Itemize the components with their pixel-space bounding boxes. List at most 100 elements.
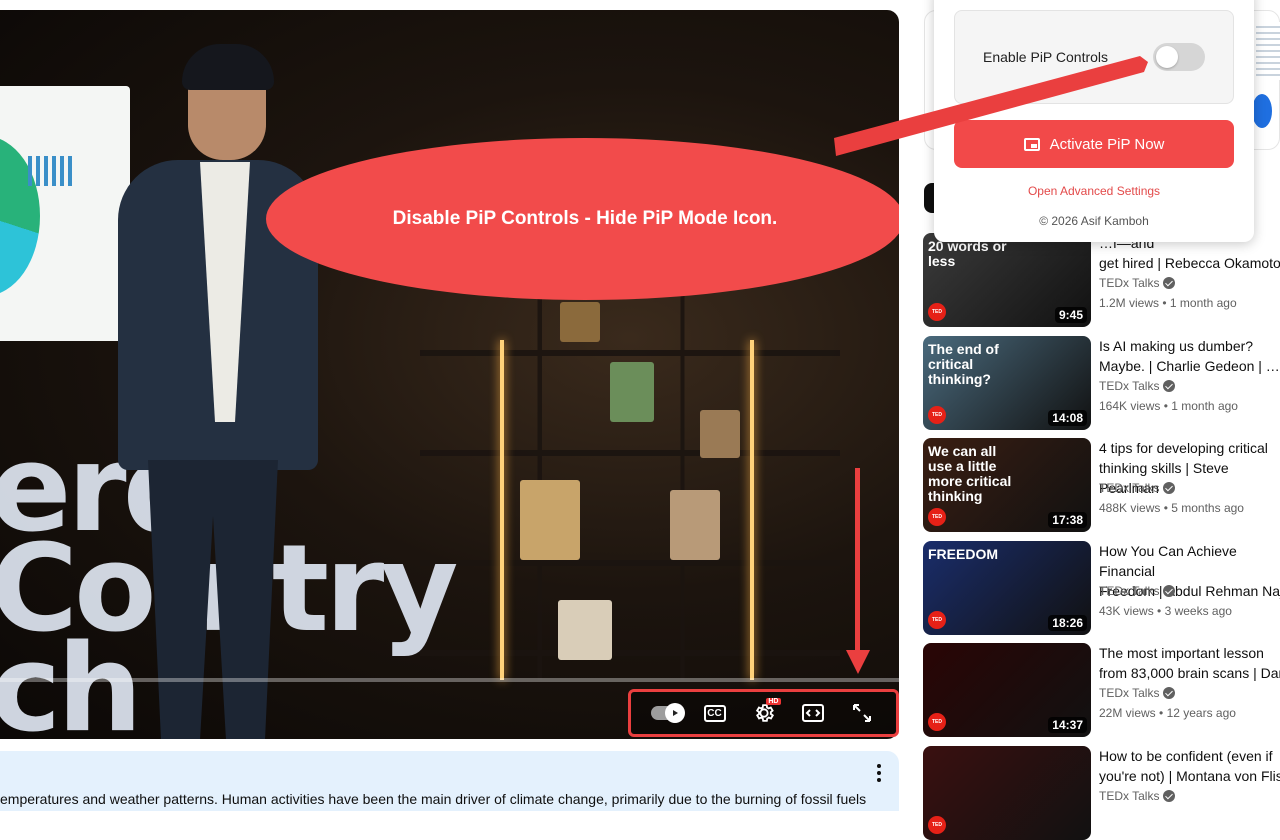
background-thumbnail bbox=[1256, 22, 1280, 80]
video-meta: 1.2M views • 1 month ago bbox=[1099, 296, 1237, 310]
channel-label: TEDx Talks bbox=[1099, 379, 1160, 393]
description-panel[interactable]: emperatures and weather patterns. Human … bbox=[0, 751, 899, 811]
theater-mode-icon bbox=[801, 704, 824, 722]
tedx-logo-icon: TED bbox=[928, 816, 946, 834]
tedx-logo-icon: TED bbox=[928, 611, 946, 629]
channel-name[interactable]: TEDx Talks bbox=[1099, 686, 1176, 700]
pip-icon bbox=[1023, 137, 1040, 151]
toggle-label: Enable PiP Controls bbox=[983, 49, 1109, 65]
duration-badge: 9:45 bbox=[1054, 307, 1087, 323]
background-blue-button[interactable] bbox=[1252, 94, 1272, 128]
thumbnail-text: 20 words or less bbox=[928, 238, 1007, 269]
view-count: 22M views bbox=[1099, 706, 1156, 720]
annotation-arrow-head bbox=[846, 650, 870, 674]
view-count: 488K views bbox=[1099, 501, 1161, 515]
duration-badge: 18:26 bbox=[1048, 615, 1087, 631]
tedx-logo-icon: TED bbox=[928, 508, 946, 526]
theater-mode-button[interactable] bbox=[796, 698, 830, 728]
fullscreen-icon bbox=[852, 704, 871, 722]
pip-extension-popup: Enable PiP Controls Activate PiP Now Ope… bbox=[934, 0, 1254, 242]
bar-graphic bbox=[28, 156, 72, 186]
recommendation-item[interactable]: 20 words or less TED 9:45 …f—and get hir… bbox=[923, 233, 1280, 327]
view-count: 164K views bbox=[1099, 399, 1161, 413]
annotation-callout: Disable PiP Controls - Hide PiP Mode Ico… bbox=[266, 138, 899, 300]
speaker bbox=[118, 44, 318, 739]
toggle-knob bbox=[1156, 46, 1178, 68]
video-thumbnail[interactable]: 20 words or less TED 9:45 bbox=[923, 233, 1091, 327]
video-thumbnail[interactable]: The end of critical thinking? TED 14:08 bbox=[923, 336, 1091, 430]
video-meta: 164K views • 1 month ago bbox=[1099, 399, 1238, 413]
channel-name[interactable]: TEDx Talks bbox=[1099, 379, 1176, 393]
channel-label: TEDx Talks bbox=[1099, 276, 1160, 290]
recommendation-item[interactable]: TED How to be confident (even if you're … bbox=[923, 746, 1280, 840]
bookshelf bbox=[420, 280, 840, 680]
captions-icon: CC bbox=[703, 704, 726, 722]
activate-pip-label: Activate PiP Now bbox=[1049, 135, 1165, 153]
dot-icon bbox=[877, 771, 881, 775]
video-title[interactable]: Is AI making us dumber? Maybe. | Charlie… bbox=[1099, 336, 1280, 376]
verified-icon bbox=[1163, 585, 1176, 597]
channel-label: TEDx Talks bbox=[1099, 789, 1160, 803]
channel-name[interactable]: TEDx Talks bbox=[1099, 584, 1176, 598]
video-thumbnail[interactable]: FREEDOM TED 18:26 bbox=[923, 541, 1091, 635]
presentation-screen bbox=[0, 86, 130, 341]
channel-label: TEDx Talks bbox=[1099, 584, 1160, 598]
verified-icon bbox=[1163, 380, 1176, 392]
recommendation-item[interactable]: We can all use a little more critical th… bbox=[923, 438, 1280, 532]
lamp bbox=[500, 340, 504, 680]
more-actions-button[interactable] bbox=[868, 762, 890, 784]
thumbnail-text: FREEDOM bbox=[928, 546, 998, 562]
shelf-item bbox=[520, 480, 580, 560]
fullscreen-button[interactable] bbox=[845, 698, 879, 728]
tedx-logo-icon: TED bbox=[928, 303, 946, 321]
activate-pip-button[interactable]: Activate PiP Now bbox=[954, 120, 1234, 168]
shelf-item bbox=[558, 600, 612, 660]
upload-age: 1 month ago bbox=[1171, 399, 1238, 413]
callout-text: Disable PiP Controls - Hide PiP Mode Ico… bbox=[392, 208, 778, 229]
toggle-card: Enable PiP Controls bbox=[954, 10, 1234, 104]
recommendation-item[interactable]: TED 14:37 The most important lesson from… bbox=[923, 643, 1280, 737]
video-thumbnail[interactable]: We can all use a little more critical th… bbox=[923, 438, 1091, 532]
description-text: emperatures and weather patterns. Human … bbox=[0, 791, 867, 807]
autoplay-toggle[interactable] bbox=[649, 698, 685, 728]
tedx-logo-icon: TED bbox=[928, 713, 946, 731]
channel-name[interactable]: TEDx Talks bbox=[1099, 789, 1176, 803]
duration-badge: 17:38 bbox=[1048, 512, 1087, 528]
video-thumbnail[interactable]: TED bbox=[923, 746, 1091, 840]
video-meta: 488K views • 5 months ago bbox=[1099, 501, 1244, 515]
verified-icon bbox=[1163, 482, 1176, 494]
video-meta: 43K views • 3 weeks ago bbox=[1099, 604, 1232, 618]
settings-icon bbox=[755, 704, 774, 722]
upload-age: 12 years ago bbox=[1166, 706, 1236, 720]
video-thumbnail[interactable]: TED 14:37 bbox=[923, 643, 1091, 737]
duration-badge: 14:37 bbox=[1048, 717, 1087, 733]
dot-icon bbox=[877, 764, 881, 768]
progress-bar[interactable] bbox=[0, 678, 899, 682]
thumbnail-text: We can all use a little more critical th… bbox=[928, 443, 1012, 504]
settings-button[interactable]: HD bbox=[747, 698, 781, 728]
channel-name[interactable]: TEDx Talks bbox=[1099, 276, 1176, 290]
shelf-item bbox=[610, 362, 654, 422]
view-count: 43K views bbox=[1099, 604, 1154, 618]
verified-icon bbox=[1163, 790, 1176, 802]
video-player[interactable]: erd Cou try ch Disable PiP Controls - Hide… bbox=[0, 10, 899, 739]
player-controls: CC HD bbox=[628, 689, 899, 737]
advanced-settings-link[interactable]: Open Advanced Settings bbox=[934, 184, 1254, 198]
verified-icon bbox=[1163, 277, 1176, 289]
tedx-logo-icon: TED bbox=[928, 406, 946, 424]
channel-name[interactable]: TEDx Talks bbox=[1099, 481, 1176, 495]
duration-badge: 14:08 bbox=[1048, 410, 1087, 426]
channel-label: TEDx Talks bbox=[1099, 686, 1160, 700]
video-title[interactable]: The most important lesson from 83,000 br… bbox=[1099, 643, 1280, 683]
video-title[interactable]: How to be confident (even if you're not)… bbox=[1099, 746, 1280, 786]
channel-label: TEDx Talks bbox=[1099, 481, 1160, 495]
enable-pip-controls-toggle[interactable] bbox=[1153, 43, 1205, 71]
shelf-item bbox=[560, 302, 600, 342]
thumbnail-text: The end of critical thinking? bbox=[928, 341, 999, 387]
upload-age: 3 weeks ago bbox=[1164, 604, 1232, 618]
recommendation-item[interactable]: The end of critical thinking? TED 14:08 … bbox=[923, 336, 1280, 430]
captions-button[interactable]: CC bbox=[698, 698, 732, 728]
dot-icon bbox=[877, 778, 881, 782]
upload-age: 1 month ago bbox=[1169, 296, 1237, 310]
recommendation-item[interactable]: FREEDOM TED 18:26 How You Can Achieve Fi… bbox=[923, 541, 1280, 635]
